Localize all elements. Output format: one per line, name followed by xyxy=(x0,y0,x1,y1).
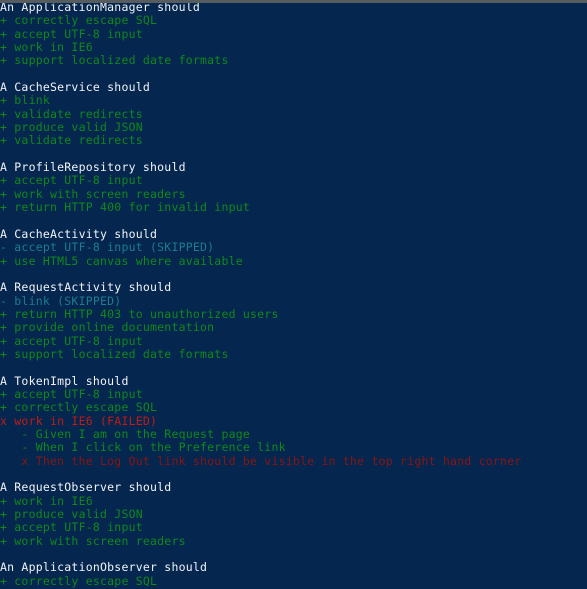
window-top-strip xyxy=(0,0,587,3)
test-result-line: + correctly escape SQL xyxy=(0,574,158,588)
test-result-line: + accept UTF-8 input xyxy=(0,27,143,41)
test-result-line: - Given I am on the Request page xyxy=(0,428,251,441)
test-result-line: + produce valid JSON xyxy=(0,508,143,522)
test-result-line: + provide online documentation xyxy=(0,321,215,335)
console-output: An ApplicationManager should + correctly … xyxy=(0,1,587,589)
suite-header-line: A ProfileRepository should xyxy=(0,161,186,175)
suite-header-line: A RequestActivity should xyxy=(0,281,172,295)
suite-header-line: An ApplicationManager should xyxy=(0,1,201,14)
suite-header-line: A CacheService should xyxy=(0,81,151,95)
test-result-line: + support localized date formats xyxy=(0,54,229,68)
test-result-line: + work with screen readers xyxy=(0,187,186,201)
test-result-line: + accept UTF-8 input xyxy=(0,334,143,348)
terminal-window: An ApplicationManager should + correctly … xyxy=(0,0,587,589)
test-result-line: + validate redirects xyxy=(0,107,143,121)
test-result-line: + use HTML5 canvas where available xyxy=(0,254,243,268)
suite-header-line: An ApplicationObserver should xyxy=(0,561,208,575)
test-result-line: + work in IE6 xyxy=(0,41,93,55)
test-result-line: + accept UTF-8 input xyxy=(0,521,143,535)
test-result-line: + return HTTP 400 for invalid input xyxy=(0,201,251,215)
suite-header-line: A RequestObserver should xyxy=(0,481,172,495)
test-result-line: - blink (SKIPPED) xyxy=(0,294,122,308)
test-result-line: + produce valid JSON xyxy=(0,121,143,135)
test-result-line: + work with screen readers xyxy=(0,534,186,548)
test-result-line: - When I click on the Preference link xyxy=(0,441,286,455)
test-result-line: + blink xyxy=(0,94,51,108)
test-result-line: + support localized date formats xyxy=(0,347,229,361)
test-result-line: + accept UTF-8 input xyxy=(0,174,143,188)
test-result-line: + correctly escape SQL xyxy=(0,14,158,28)
test-result-line: - accept UTF-8 input (SKIPPED) xyxy=(0,241,215,255)
suite-header-line: A TokenImpl should xyxy=(0,374,129,388)
test-result-line: + validate redirects xyxy=(0,134,143,148)
test-result-line: + accept UTF-8 input xyxy=(0,387,143,401)
test-result-line: + correctly escape SQL xyxy=(0,401,158,415)
test-result-line: + return HTTP 403 to unauthorized users xyxy=(0,307,279,321)
suite-header-line: A CacheActivity should xyxy=(0,227,158,241)
test-result-line: x Then the Log Out link should be visibl… xyxy=(0,454,522,468)
test-result-line: x work in IE6 (FAILED) xyxy=(0,414,158,428)
test-result-line: + work in IE6 xyxy=(0,494,93,508)
